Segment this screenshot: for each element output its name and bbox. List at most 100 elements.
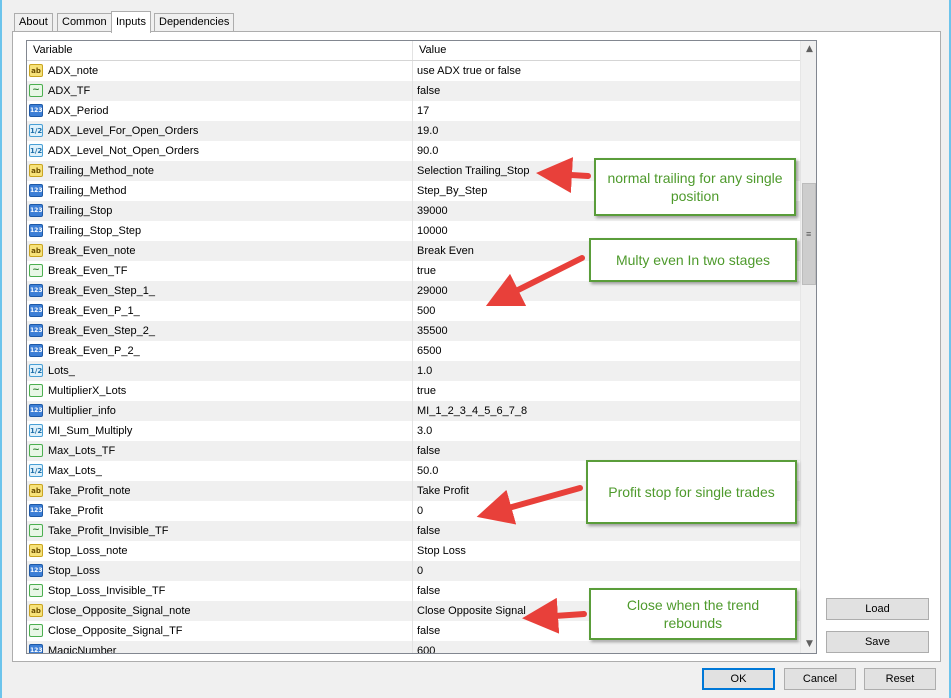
table-row[interactable]: 1/2 ADX_Level_For_Open_Orders 19.0 [27, 121, 800, 141]
table-row[interactable]: 123 Break_Even_Step_1_ 29000 [27, 281, 800, 301]
boolean-type-icon: ~ [29, 444, 43, 457]
tab-dependencies[interactable]: Dependencies [154, 13, 235, 31]
load-button[interactable]: Load [826, 598, 929, 620]
variable-value[interactable]: 0 [417, 561, 423, 581]
variable-value[interactable]: 39000 [417, 201, 448, 221]
double-type-icon: 1/2 [29, 464, 43, 477]
integer-type-icon: 123 [29, 184, 43, 197]
boolean-type-icon: ~ [29, 84, 43, 97]
variable-value[interactable]: MI_1_2_3_4_5_6_7_8 [417, 401, 527, 421]
variable-value[interactable]: use ADX true or false [417, 61, 521, 81]
variable-value[interactable]: 17 [417, 101, 429, 121]
variable-name: Break_Even_P_1_ [48, 305, 140, 317]
variable-name: Lots_ [48, 365, 75, 377]
variable-value[interactable]: 29000 [417, 281, 448, 301]
variable-value[interactable]: false [417, 521, 440, 541]
cancel-button[interactable]: Cancel [784, 668, 856, 690]
variable-value[interactable]: Take Profit [417, 481, 469, 501]
save-button[interactable]: Save [826, 631, 929, 653]
column-divider [412, 141, 413, 161]
variable-value[interactable]: 0 [417, 501, 423, 521]
string-type-icon: ab [29, 604, 43, 617]
column-header-value[interactable]: Value [413, 41, 800, 60]
integer-type-icon: 123 [29, 504, 43, 517]
scrollbar-thumb[interactable]: ≡ [802, 183, 816, 285]
variable-name: Stop_Loss_note [48, 545, 128, 557]
column-divider [412, 581, 413, 601]
double-type-icon: 1/2 [29, 124, 43, 137]
ok-button[interactable]: OK [702, 668, 775, 690]
variable-name: ADX_Period [48, 105, 109, 117]
column-header-variable[interactable]: Variable [27, 41, 413, 60]
table-row[interactable]: ab Stop_Loss_note Stop Loss [27, 541, 800, 561]
variable-name: Break_Even_Step_1_ [48, 285, 156, 297]
column-divider [412, 61, 413, 81]
scroll-up-arrow-icon[interactable]: ▲ [801, 41, 816, 58]
column-divider [412, 201, 413, 221]
variable-value[interactable]: 500 [417, 301, 435, 321]
string-type-icon: ab [29, 244, 43, 257]
variable-name: Break_Even_TF [48, 265, 128, 277]
variable-value[interactable]: 6500 [417, 341, 441, 361]
table-row[interactable]: ~ MultiplierX_Lots true [27, 381, 800, 401]
column-divider [412, 621, 413, 641]
variable-name: Stop_Loss [48, 565, 100, 577]
variable-value[interactable]: false [417, 441, 440, 461]
table-row[interactable]: 123 Break_Even_P_1_ 500 [27, 301, 800, 321]
column-divider [412, 501, 413, 521]
grip-icon: ≡ [806, 229, 812, 239]
variable-value[interactable]: 50.0 [417, 461, 438, 481]
table-row[interactable]: ~ ADX_TF false [27, 81, 800, 101]
scroll-down-arrow-icon[interactable]: ▼ [801, 636, 816, 653]
column-divider [412, 321, 413, 341]
column-divider [412, 601, 413, 621]
integer-type-icon: 123 [29, 644, 43, 653]
table-row[interactable]: 123 ADX_Period 17 [27, 101, 800, 121]
variable-value[interactable]: Break Even [417, 241, 474, 261]
tab-inputs[interactable]: Inputs [111, 11, 151, 33]
table-row[interactable]: 123 Break_Even_P_2_ 6500 [27, 341, 800, 361]
boolean-type-icon: ~ [29, 264, 43, 277]
integer-type-icon: 123 [29, 204, 43, 217]
variable-name: MultiplierX_Lots [48, 385, 127, 397]
column-divider [412, 341, 413, 361]
column-divider [412, 261, 413, 281]
vertical-scrollbar[interactable]: ▲ ≡ ▼ [800, 41, 816, 653]
variable-value[interactable]: 90.0 [417, 141, 438, 161]
variable-value[interactable]: false [417, 581, 440, 601]
variable-value[interactable]: false [417, 621, 440, 641]
tab-common[interactable]: Common [57, 13, 112, 31]
table-row[interactable]: 123 Stop_Loss 0 [27, 561, 800, 581]
variable-value[interactable]: 3.0 [417, 421, 432, 441]
boolean-type-icon: ~ [29, 624, 43, 637]
reset-button[interactable]: Reset [864, 668, 936, 690]
integer-type-icon: 123 [29, 404, 43, 417]
column-divider [412, 521, 413, 541]
variable-value[interactable]: 600 [417, 641, 435, 653]
variable-value[interactable]: 1.0 [417, 361, 432, 381]
variable-name: Max_Lots_ [48, 465, 102, 477]
variable-value[interactable]: false [417, 81, 440, 101]
table-row[interactable]: 1/2 Lots_ 1.0 [27, 361, 800, 381]
table-row[interactable]: ~ Max_Lots_TF false [27, 441, 800, 461]
variable-value[interactable]: Stop Loss [417, 541, 466, 561]
variable-name: Close_Opposite_Signal_note [48, 605, 191, 617]
string-type-icon: ab [29, 484, 43, 497]
table-row[interactable]: 123 Multiplier_info MI_1_2_3_4_5_6_7_8 [27, 401, 800, 421]
variable-value[interactable]: true [417, 381, 436, 401]
tab-about[interactable]: About [14, 13, 53, 31]
table-row[interactable]: 123 MagicNumber 600 [27, 641, 800, 653]
table-row[interactable]: ~ Take_Profit_Invisible_TF false [27, 521, 800, 541]
variable-value[interactable]: Selection Trailing_Stop [417, 161, 530, 181]
variable-value[interactable]: 10000 [417, 221, 448, 241]
variable-value[interactable]: true [417, 261, 436, 281]
table-row[interactable]: 123 Break_Even_Step_2_ 35500 [27, 321, 800, 341]
variable-value[interactable]: 19.0 [417, 121, 438, 141]
variable-value[interactable]: Step_By_Step [417, 181, 487, 201]
column-divider [412, 121, 413, 141]
variable-value[interactable]: 35500 [417, 321, 448, 341]
variable-value[interactable]: Close Opposite Signal [417, 601, 526, 621]
table-row[interactable]: 1/2 MI_Sum_Multiply 3.0 [27, 421, 800, 441]
double-type-icon: 1/2 [29, 424, 43, 437]
table-row[interactable]: ab ADX_note use ADX true or false [27, 61, 800, 81]
